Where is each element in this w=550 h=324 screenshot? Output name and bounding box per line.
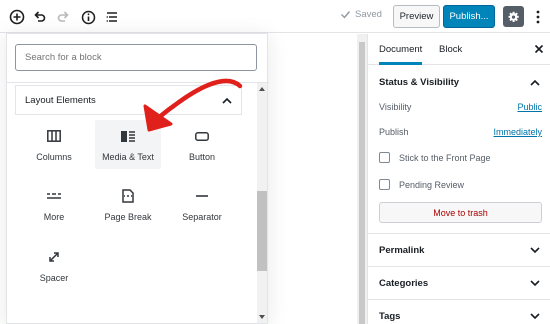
canvas-scrollbar[interactable]	[357, 34, 367, 324]
section-title: Status & Visibility	[379, 77, 460, 88]
checkbox-box[interactable]	[379, 152, 390, 163]
block-label: Separator	[182, 212, 222, 222]
block-media-text[interactable]: Media & Text	[95, 120, 161, 169]
columns-icon	[47, 128, 61, 144]
spacer-icon	[48, 249, 60, 265]
block-label: Media & Text	[102, 152, 154, 162]
saved-label: Saved	[355, 9, 382, 20]
scroll-up-icon[interactable]	[259, 87, 265, 91]
checkbox-label: Pending Review	[399, 179, 465, 190]
block-label: Button	[188, 152, 216, 162]
section-title: Permalink	[379, 244, 425, 256]
tab-block[interactable]: Block	[439, 34, 462, 65]
status-visibility-toggle[interactable]: Status & Visibility	[368, 66, 550, 99]
inserter-scrollbar[interactable]	[257, 83, 267, 323]
inserter-scrollbar-thumb[interactable]	[257, 191, 267, 271]
visibility-link[interactable]: Public	[517, 102, 542, 112]
permalink-toggle[interactable]: Permalink	[368, 234, 550, 267]
scroll-down-icon[interactable]	[259, 315, 265, 319]
section-title: Tags	[379, 311, 401, 322]
media-text-icon	[121, 128, 135, 144]
block-label: Spacer	[39, 273, 69, 283]
chevron-down-icon	[530, 246, 540, 253]
canvas-scrollbar-thumb[interactable]	[359, 42, 365, 324]
chevron-up-icon	[530, 79, 540, 86]
publish-row: Publish Immediately	[379, 127, 542, 137]
block-label: Page Break	[104, 212, 152, 222]
chevron-down-icon	[530, 279, 540, 286]
inserter-divider	[7, 82, 269, 83]
tags-toggle[interactable]: Tags	[368, 300, 550, 324]
block-columns[interactable]: Columns	[21, 120, 87, 169]
block-separator[interactable]: Separator	[169, 180, 235, 229]
vertical-ellipsis-icon[interactable]	[532, 6, 544, 27]
tab-document[interactable]: Document	[379, 34, 423, 65]
move-to-trash-button[interactable]: Move to trash	[379, 202, 542, 223]
redo-icon[interactable]	[52, 6, 74, 28]
block-button[interactable]: Button	[169, 120, 235, 169]
plus-circle-icon[interactable]	[6, 6, 28, 28]
close-icon[interactable]	[534, 44, 544, 54]
info-icon[interactable]	[77, 6, 99, 28]
preview-button[interactable]: Preview	[393, 5, 440, 28]
check-icon	[341, 11, 351, 19]
list-view-icon[interactable]	[101, 6, 123, 28]
publish-label: Publish	[379, 127, 409, 137]
visibility-row: Visibility Public	[379, 102, 542, 112]
separator-icon	[196, 188, 208, 204]
sidebar-tabs: Document Block	[368, 34, 550, 65]
checkbox-box[interactable]	[379, 179, 390, 190]
undo-icon[interactable]	[29, 6, 51, 28]
checkbox-label: Stick to the Front Page	[399, 152, 491, 163]
editor-toolbar: Saved Preview Publish...	[0, 0, 550, 33]
button-icon	[195, 128, 209, 144]
more-icon	[47, 188, 61, 204]
block-label: Columns	[36, 152, 72, 162]
categories-toggle[interactable]: Categories	[368, 267, 550, 300]
block-search-input[interactable]	[15, 44, 257, 71]
publish-button[interactable]: Publish...	[443, 5, 495, 28]
block-label: More	[43, 212, 65, 222]
publish-date-link[interactable]: Immediately	[493, 127, 542, 137]
section-title: Categories	[379, 277, 429, 289]
gear-icon[interactable]	[503, 6, 524, 27]
layout-elements-panel-toggle[interactable]: Layout Elements	[15, 85, 242, 115]
page-break-icon	[122, 188, 134, 204]
settings-sidebar: Document Block Status & Visibility Visib…	[367, 34, 550, 324]
block-inserter: Layout Elements Columns Media & Text But…	[6, 33, 269, 324]
chevron-down-icon	[530, 313, 540, 320]
panel-title: Layout Elements	[25, 94, 96, 106]
chevron-up-icon	[222, 97, 232, 104]
block-more[interactable]: More	[21, 180, 87, 229]
block-spacer[interactable]: Spacer	[21, 241, 87, 290]
visibility-label: Visibility	[379, 102, 412, 112]
block-page-break[interactable]: Page Break	[95, 180, 161, 229]
stick-to-front-page-checkbox[interactable]: Stick to the Front Page	[379, 152, 491, 163]
pending-review-checkbox[interactable]: Pending Review	[379, 179, 464, 190]
saved-status: Saved	[340, 9, 382, 20]
